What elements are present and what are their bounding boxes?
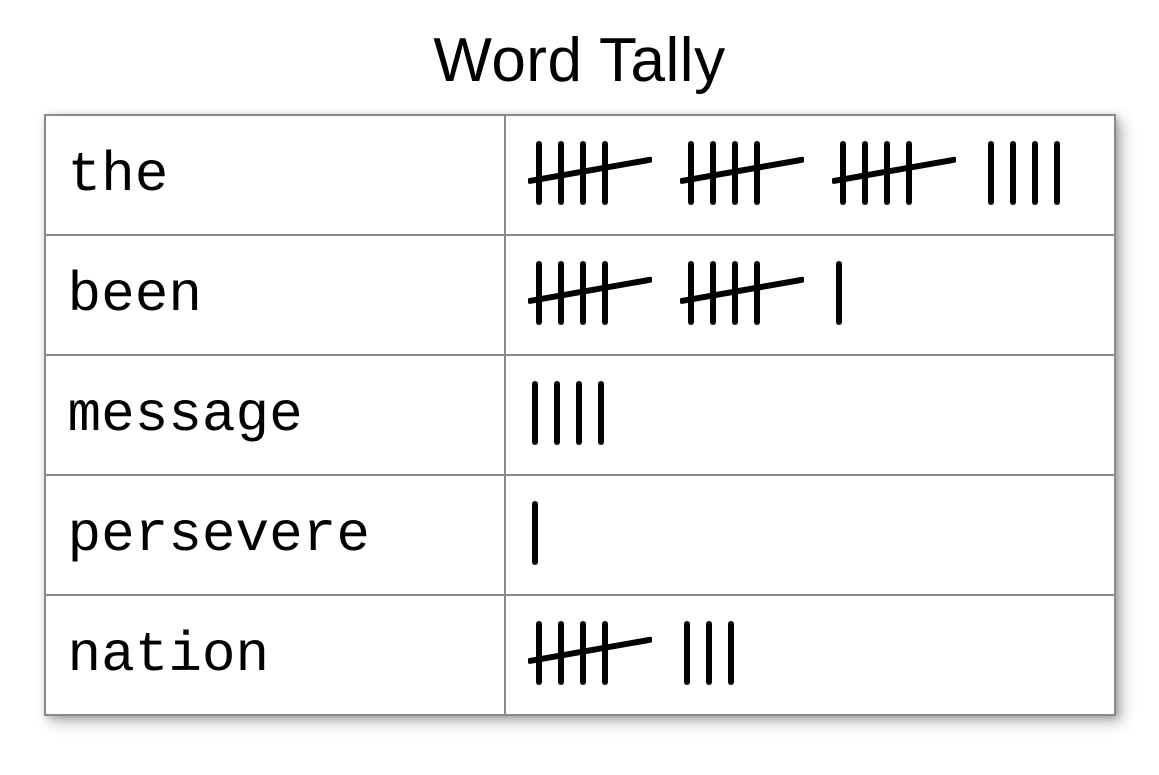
tally-group-ones — [680, 620, 738, 691]
tally-cell — [505, 475, 1115, 595]
tally-cell — [505, 115, 1115, 235]
word-cell: nation — [45, 595, 505, 715]
tally-marks — [528, 260, 1092, 331]
tally-group-five — [680, 140, 804, 211]
tally-cell — [505, 595, 1115, 715]
tally-marks — [528, 140, 1092, 211]
table-row: nation — [45, 595, 1115, 715]
table-row: the — [45, 115, 1115, 235]
tally-table: thebeenmessageperseverenation — [44, 114, 1116, 716]
tally-group-ones — [528, 380, 608, 451]
tally-group-ones — [528, 500, 542, 571]
tally-marks — [528, 620, 1092, 691]
word-cell: been — [45, 235, 505, 355]
word-cell: the — [45, 115, 505, 235]
table-row: message — [45, 355, 1115, 475]
word-cell: message — [45, 355, 505, 475]
chart-title: Word Tally — [433, 25, 725, 96]
tally-group-ones — [984, 140, 1064, 211]
tally-marks — [528, 500, 1092, 571]
tally-group-five — [832, 140, 956, 211]
tally-group-five — [528, 260, 652, 331]
tally-group-ones — [832, 260, 846, 331]
tally-cell — [505, 235, 1115, 355]
table-row: been — [45, 235, 1115, 355]
tally-marks — [528, 380, 1092, 451]
tally-cell — [505, 355, 1115, 475]
table-row: persevere — [45, 475, 1115, 595]
tally-table-wrap: thebeenmessageperseverenation — [44, 114, 1116, 716]
tally-group-five — [528, 620, 652, 691]
tally-group-five — [528, 140, 652, 211]
word-cell: persevere — [45, 475, 505, 595]
tally-group-five — [680, 260, 804, 331]
